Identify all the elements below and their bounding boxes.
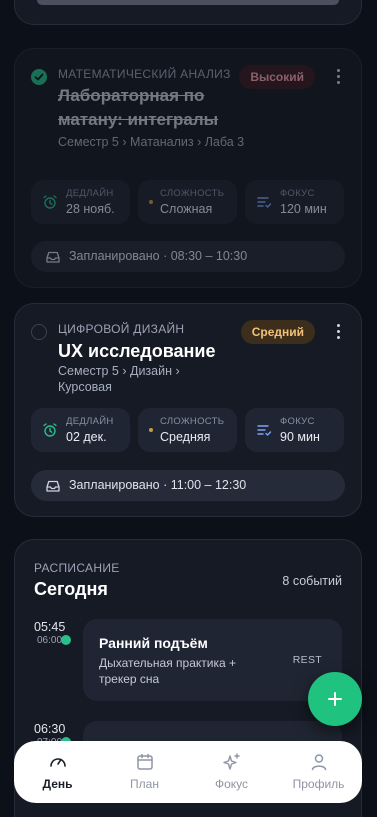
more-options-icon[interactable] [331, 69, 345, 87]
task-subject: ЦИФРОВОЙ ДИЗАЙН [58, 322, 185, 336]
event-end-time: 06:00 [37, 635, 63, 646]
difficulty-dot-icon [149, 428, 153, 432]
schedule-label: РАСПИСАНИЕ [34, 561, 120, 575]
nav-label: Профиль [292, 777, 345, 791]
events-count: 8 событий [282, 574, 342, 588]
deadline-value: 02 дек. [66, 430, 107, 444]
deadline-value: 28 нояб. [66, 202, 115, 216]
task-path: Семестр 5 › Дизайн › Курсовая [58, 364, 180, 394]
focus-metric: ФОКУС 90 мин [245, 408, 344, 452]
task-metrics: ДЕДЛАЙН 28 нояб. СЛОЖНОСТЬ Сложная ФОКУС… [31, 180, 344, 224]
nav-item-profile[interactable]: Профиль [275, 741, 362, 803]
difficulty-value: Сложная [160, 202, 213, 216]
focus-label: ФОКУС [280, 416, 315, 427]
task-card[interactable]: ЦИФРОВОЙ ДИЗАЙН UX исследование Семестр … [14, 303, 362, 517]
list-check-icon [257, 425, 272, 436]
nav-item-focus[interactable]: Фокус [188, 741, 275, 803]
task-card[interactable]: МАТЕМАТИЧЕСКИЙ АНАЛИЗ Лабораторная по ма… [14, 48, 362, 288]
nav-item-plan[interactable]: План [101, 741, 188, 803]
inbox-icon [46, 480, 60, 492]
list-check-icon [257, 197, 272, 208]
nav-label: План [130, 777, 159, 791]
difficulty-value: Средняя [160, 430, 211, 444]
plus-icon [328, 692, 342, 706]
sparkles-icon [222, 753, 240, 770]
difficulty-metric: СЛОЖНОСТЬ Сложная [138, 180, 237, 224]
event-time: 06:30 [34, 722, 66, 736]
difficulty-label: СЛОЖНОСТЬ [160, 188, 225, 199]
previous-card [14, 0, 362, 25]
gauge-icon [49, 758, 66, 767]
nav-label: День [42, 777, 73, 791]
task-metrics: ДЕДЛАЙН 02 дек. СЛОЖНОСТЬ Средняя ФОКУС … [31, 408, 344, 452]
event-description: Дыхательная практика + трекер сна [99, 656, 237, 686]
focus-value: 120 мин [280, 202, 327, 216]
focus-metric: ФОКУС 120 мин [245, 180, 344, 224]
task-subject: МАТЕМАТИЧЕСКИЙ АНАЛИЗ [58, 67, 231, 81]
more-options-icon[interactable] [331, 324, 345, 342]
planned-text: Запланировано · 08:30 – 10:30 [69, 249, 248, 263]
event-card[interactable]: Ранний подъём Дыхательная практика + тре… [83, 619, 342, 701]
calendar-icon [136, 753, 153, 770]
alarm-clock-icon [43, 423, 57, 437]
timeline-dot [61, 635, 71, 645]
difficulty-metric: СЛОЖНОСТЬ Средняя [138, 408, 237, 452]
task-title[interactable]: Лабораторная по матану: интегралы [58, 84, 258, 132]
planned-slot[interactable]: Запланировано · 11:00 – 12:30 [31, 470, 345, 501]
focus-label: ФОКУС [280, 188, 315, 199]
deadline-metric: ДЕДЛАЙН 28 нояб. [31, 180, 130, 224]
task-checkbox[interactable] [31, 324, 47, 340]
planned-slot[interactable]: Запланировано · 08:30 – 10:30 [31, 241, 345, 272]
schedule-title: Сегодня [34, 579, 108, 599]
inbox-icon [46, 251, 60, 263]
difficulty-label: СЛОЖНОСТЬ [160, 416, 225, 427]
task-title[interactable]: UX исследование [58, 339, 216, 363]
deadline-label: ДЕДЛАЙН [66, 188, 114, 199]
nav-label: Фокус [214, 777, 249, 791]
alarm-clock-icon [43, 195, 57, 209]
user-icon [311, 754, 326, 771]
difficulty-dot-icon [149, 200, 153, 204]
add-button[interactable] [308, 672, 362, 726]
event-title: Ранний подъём [99, 635, 208, 651]
nav-item-day[interactable]: День [14, 741, 101, 803]
deadline-label: ДЕДЛАЙН [66, 416, 114, 427]
focus-value: 90 мин [280, 430, 320, 444]
deadline-metric: ДЕДЛАЙН 02 дек. [31, 408, 130, 452]
planned-text: Запланировано · 11:00 – 12:30 [69, 478, 247, 492]
task-done-checkbox[interactable] [31, 69, 47, 85]
task-path: Семестр 5 › Матанализ › Лаба 3 [58, 135, 245, 149]
priority-badge: Средний [240, 320, 315, 344]
event-tag: REST [292, 654, 322, 666]
bottom-nav: День План Фокус Профиль [14, 741, 362, 803]
event-time: 05:45 [34, 620, 66, 634]
previous-card-bar [37, 0, 339, 5]
priority-badge: Высокий [239, 65, 315, 89]
